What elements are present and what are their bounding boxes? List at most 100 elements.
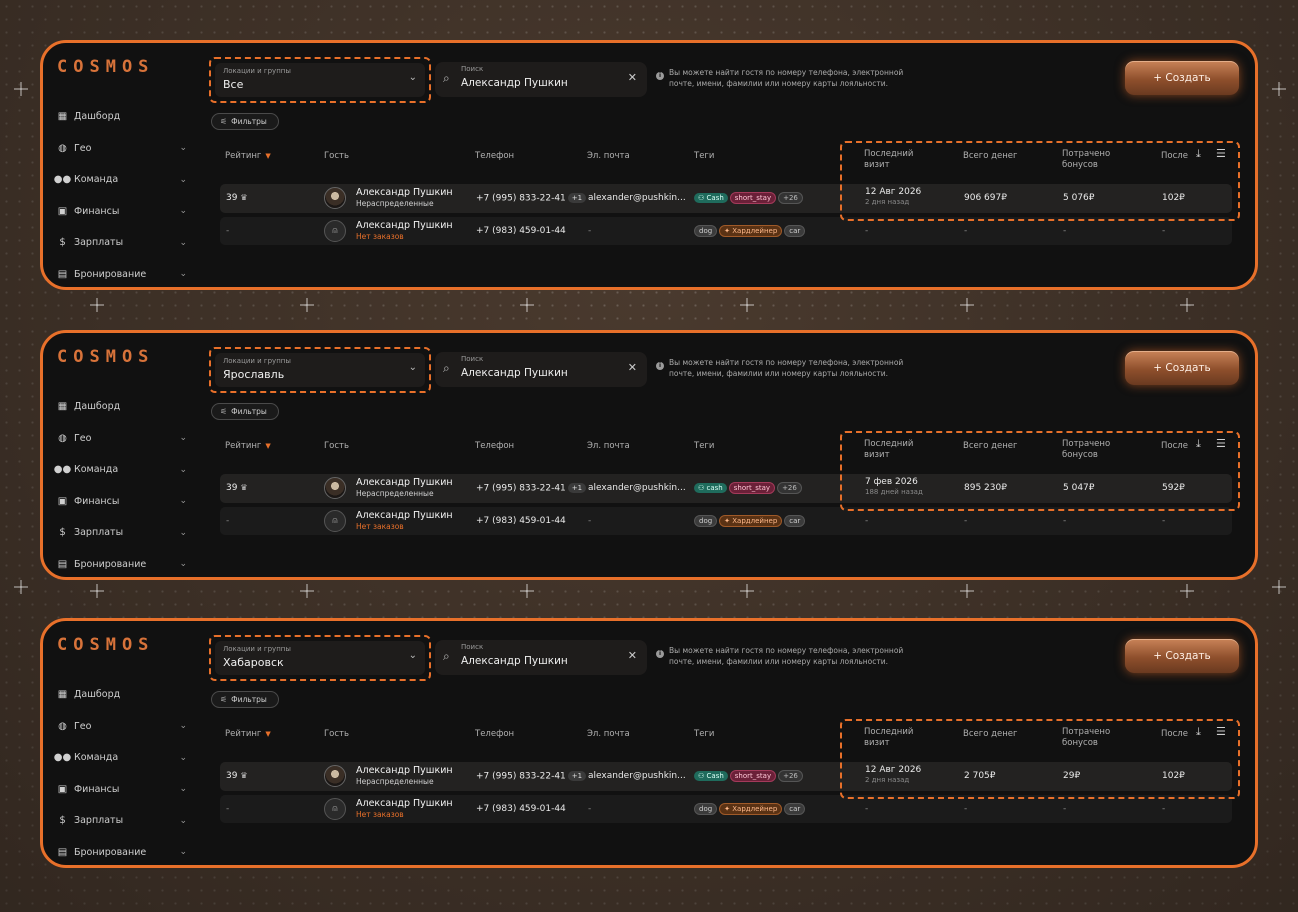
- phone-value: +7 (995) 833-22-41: [476, 193, 566, 204]
- rating-value: 39 ♛: [226, 193, 248, 203]
- table-row[interactable]: 39 ♛ Александр Пушкин Нераспределенные +…: [220, 184, 1232, 213]
- filters-label: Фильтры: [231, 407, 267, 416]
- column-rating[interactable]: Рейтинг ▼: [225, 729, 271, 739]
- phone-extra-badge[interactable]: +1: [567, 483, 587, 493]
- plus-decoration: [1180, 584, 1194, 598]
- wallet-icon: ▣: [57, 495, 68, 507]
- search-field[interactable]: ⌕ Поиск Александр Пушкин ✕: [435, 62, 647, 97]
- location-select[interactable]: Локации и группы Хабаровск ⌄: [215, 641, 425, 675]
- sidebar-item-salary[interactable]: $ Зарплаты ⌄: [57, 517, 187, 549]
- sidebar-item-team[interactable]: ●● Команда ⌄: [54, 164, 187, 196]
- column-settings-icon[interactable]: ☰: [1216, 147, 1226, 160]
- sort-down-icon: ▼: [265, 730, 271, 738]
- sidebar-item-salary[interactable]: $ Зарплаты ⌄: [57, 805, 187, 837]
- sidebar-item-salary[interactable]: $ Зарплаты ⌄: [57, 227, 187, 259]
- create-button[interactable]: + Создать: [1125, 351, 1239, 385]
- column-total-money: Всего денег: [963, 151, 1018, 161]
- download-icon[interactable]: ⤓: [1196, 437, 1201, 451]
- sidebar-item-booking[interactable]: ▤ Бронирование ⌄: [57, 259, 187, 288]
- wallet-icon: ▣: [57, 205, 68, 217]
- filters-button[interactable]: ⚟ Фильтры: [211, 691, 279, 708]
- column-guest: Гость: [324, 151, 350, 161]
- create-button[interactable]: + Создать: [1125, 639, 1239, 673]
- avatar: [324, 765, 346, 787]
- sidebar-item-finance[interactable]: ▣ Финансы ⌄: [57, 486, 187, 518]
- table-row[interactable]: - ⍝ Александр Пушкин Нет заказов +7 (983…: [220, 795, 1232, 823]
- close-icon[interactable]: ✕: [628, 649, 637, 662]
- more-tags-badge[interactable]: +26: [778, 192, 803, 204]
- sidebar-item-dashboard[interactable]: ▦ Дашборд: [57, 391, 187, 423]
- guest-group: Нет заказов: [356, 810, 404, 819]
- sidebar-item-label: Финансы: [74, 205, 120, 217]
- sidebar: ▦ Дашборд ◍ Гео ⌄ ●● Команда ⌄ ▣ Финансы…: [54, 679, 187, 866]
- search-input[interactable]: Александр Пушкин: [461, 367, 568, 379]
- column-settings-icon[interactable]: ☰: [1216, 725, 1226, 738]
- plus-decoration: [14, 580, 28, 594]
- close-icon[interactable]: ✕: [628, 361, 637, 374]
- column-rating-label: Рейтинг: [225, 729, 262, 739]
- tags-cell: dog ✦ Хардлейнер car: [692, 225, 806, 237]
- table-row[interactable]: 39 ♛ Александр Пушкин Нераспределенные +…: [220, 762, 1232, 791]
- plus-decoration: [520, 584, 534, 598]
- sidebar-item-label: Бронирование: [74, 558, 147, 570]
- sidebar-item-booking[interactable]: ▤ Бронирование ⌄: [57, 837, 187, 866]
- more-tags-badge[interactable]: +26: [777, 482, 802, 494]
- filters-button[interactable]: ⚟ Фильтры: [211, 113, 279, 130]
- search-input[interactable]: Александр Пушкин: [461, 655, 568, 667]
- guest-name: Александр Пушкин: [356, 220, 453, 231]
- more-tags-badge[interactable]: +26: [778, 770, 803, 782]
- team-icon: ●●: [53, 464, 72, 476]
- filter-icon: ⚟: [220, 695, 228, 704]
- close-icon[interactable]: ✕: [628, 71, 637, 84]
- table-row[interactable]: - ⍝ Александр Пушкин Нет заказов +7 (983…: [220, 507, 1232, 535]
- total-money-value: -: [964, 226, 968, 236]
- table-row[interactable]: - ⍝ Александр Пушкин Нет заказов +7 (983…: [220, 217, 1232, 245]
- last-visit-cell: 12 Авг 2026 2 дня назад: [865, 187, 921, 206]
- sidebar: ▦ Дашборд ◍ Гео ⌄ ●● Команда ⌄ ▣ Финансы…: [53, 391, 187, 578]
- sidebar-item-geo[interactable]: ◍ Гео ⌄: [57, 711, 187, 743]
- chevron-down-icon: ⌄: [179, 527, 187, 538]
- column-rating[interactable]: Рейтинг ▼: [225, 441, 271, 451]
- last-value: 102₽: [1162, 771, 1185, 781]
- total-money-value: -: [964, 804, 968, 814]
- sidebar-item-label: Команда: [74, 464, 119, 476]
- download-icon[interactable]: ⤓: [1196, 147, 1201, 161]
- phone-extra-badge[interactable]: +1: [567, 193, 587, 203]
- sidebar-item-team[interactable]: ●● Команда ⌄: [54, 742, 187, 774]
- sidebar-item-dashboard[interactable]: ▦ Дашборд: [57, 101, 187, 133]
- search-field[interactable]: ⌕ Поиск Александр Пушкин ✕: [435, 640, 647, 675]
- search-field[interactable]: ⌕ Поиск Александр Пушкин ✕: [435, 352, 647, 387]
- sidebar-item-team[interactable]: ●● Команда ⌄: [53, 454, 187, 486]
- location-select[interactable]: Локации и группы Ярославль ⌄: [215, 353, 425, 387]
- sidebar-item-finance[interactable]: ▣ Финансы ⌄: [57, 774, 187, 806]
- sidebar-item-dashboard[interactable]: ▦ Дашборд: [57, 679, 187, 711]
- plus-decoration: [960, 298, 974, 312]
- trophy-icon: ♛: [240, 771, 248, 780]
- sidebar-item-booking[interactable]: ▤ Бронирование ⌄: [57, 549, 187, 578]
- rating-value: 39 ♛: [226, 483, 248, 493]
- column-last-visit-line2: визит: [864, 450, 890, 460]
- filters-button[interactable]: ⚟ Фильтры: [211, 403, 279, 420]
- column-settings-icon[interactable]: ☰: [1216, 437, 1226, 450]
- create-button[interactable]: + Создать: [1125, 61, 1239, 95]
- download-icon[interactable]: ⤓: [1196, 725, 1201, 739]
- dashboard-icon: ▦: [57, 401, 68, 413]
- avatar: [324, 477, 346, 499]
- location-select[interactable]: Локации и группы Все ⌄: [215, 63, 425, 97]
- tag-badge: ⚇ Cash: [694, 193, 728, 203]
- sidebar-item-geo[interactable]: ◍ Гео ⌄: [57, 133, 187, 165]
- sidebar-item-finance[interactable]: ▣ Финансы ⌄: [57, 196, 187, 228]
- search-input[interactable]: Александр Пушкин: [461, 77, 568, 89]
- dashboard-icon: ▦: [57, 689, 68, 701]
- chevron-down-icon: ⌄: [408, 650, 417, 661]
- last-visit-ago: 188 дней назад: [865, 488, 923, 496]
- sidebar-item-geo[interactable]: ◍ Гео ⌄: [57, 423, 187, 455]
- column-spent-bonus: Потрачено бонусов: [1062, 439, 1110, 461]
- search-label: Поиск: [461, 355, 484, 363]
- phone-extra-badge[interactable]: +1: [567, 771, 587, 781]
- chevron-down-icon: ⌄: [179, 433, 187, 444]
- column-rating[interactable]: Рейтинг ▼: [225, 151, 271, 161]
- wallet-icon: ▣: [57, 783, 68, 795]
- table-row[interactable]: 39 ♛ Александр Пушкин Нераспределенные +…: [220, 474, 1232, 503]
- last-value: -: [1162, 516, 1166, 526]
